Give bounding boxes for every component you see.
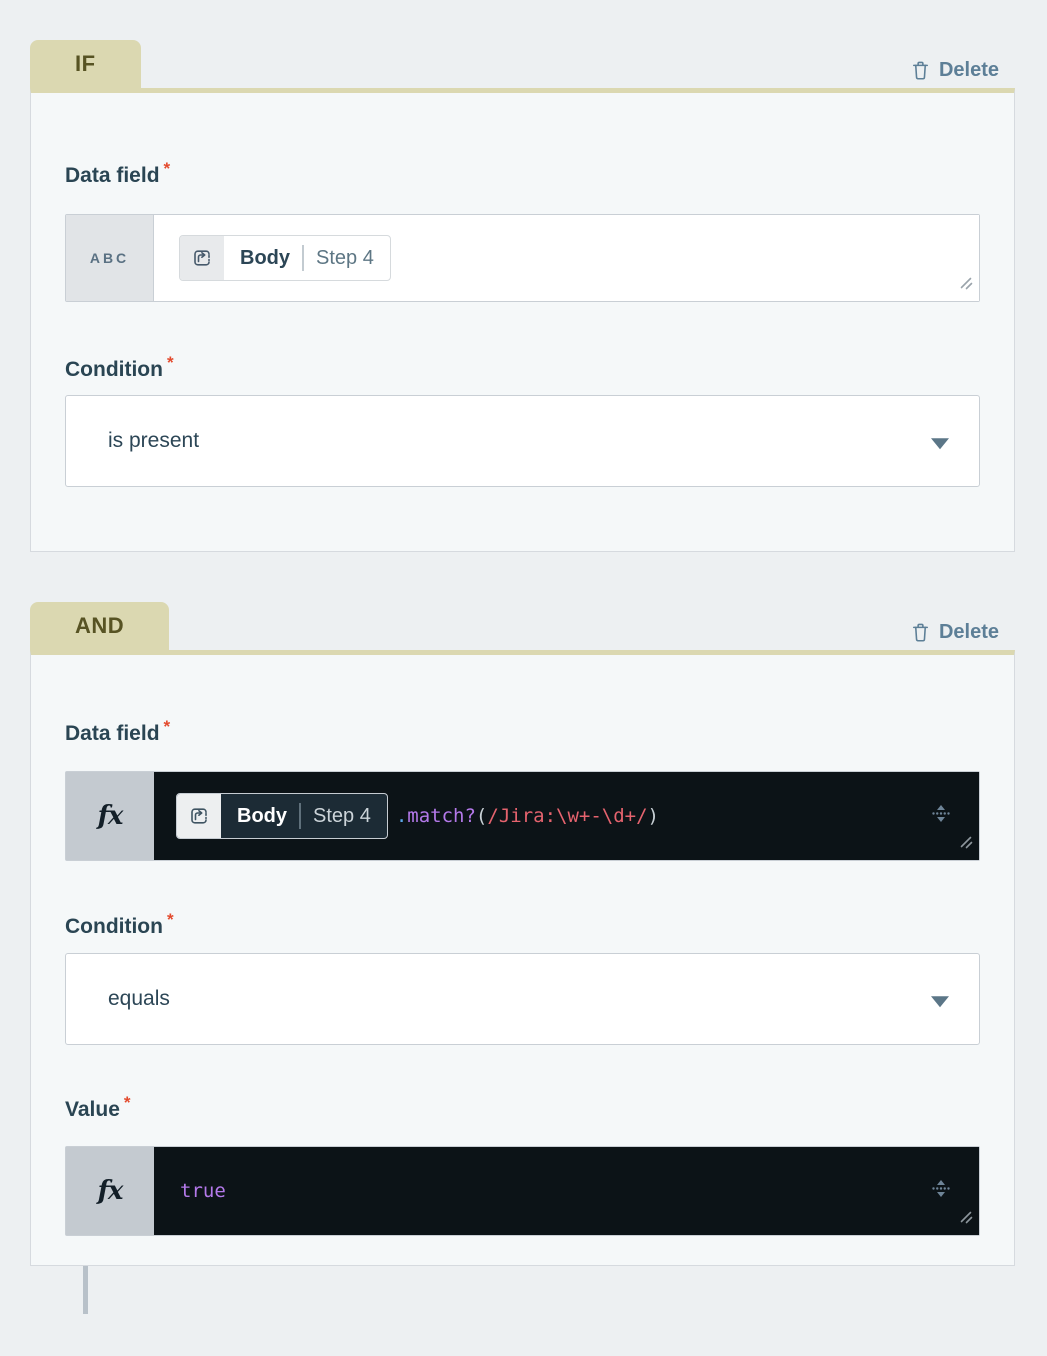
formula-code: true xyxy=(180,1180,226,1202)
data-field-label-text: Data field xyxy=(65,164,160,187)
data-field-input-body[interactable]: Body Step 4 xyxy=(154,215,979,301)
fx-glyph: fx xyxy=(98,801,123,831)
condition-select-value: is present xyxy=(108,429,199,453)
chip-divider xyxy=(299,803,301,829)
code-token: /Jira:\w+-\d+/ xyxy=(487,805,647,827)
if-block-header: IF Delete xyxy=(30,40,1015,88)
data-reference-chip[interactable]: Body Step 4 xyxy=(179,235,391,281)
value-label-text: Value xyxy=(65,1098,120,1121)
formula-editor[interactable]: Body Step 4 .match?(/Jira:\w+-\d+/) xyxy=(154,772,979,860)
resize-handle-icon[interactable] xyxy=(958,834,974,855)
data-field-label: Data field* xyxy=(65,155,980,190)
chip-property-name: Body xyxy=(237,805,287,828)
delete-and-button[interactable]: Delete xyxy=(911,621,999,644)
formula-data-field-input[interactable]: fx Body Step 4 xyxy=(65,771,980,861)
required-asterisk: * xyxy=(164,159,171,178)
condition-block-if: IF Delete Data field* ABC xyxy=(30,40,1015,552)
required-asterisk: * xyxy=(164,717,171,736)
formula-value-input[interactable]: fx true xyxy=(65,1146,980,1236)
condition-select[interactable]: equals xyxy=(65,953,980,1045)
code-token: match? xyxy=(407,805,476,827)
stepper-icon[interactable] xyxy=(929,1177,953,1206)
value-label: Value* xyxy=(65,1089,980,1124)
tab-if-label: IF xyxy=(75,51,96,77)
if-panel: Data field* ABC Body xyxy=(30,88,1015,552)
delete-label: Delete xyxy=(939,59,999,82)
chip-divider xyxy=(302,245,304,271)
resize-handle-icon[interactable] xyxy=(958,1209,974,1230)
trash-icon xyxy=(911,622,930,643)
text-mode-badge-label: ABC xyxy=(90,250,129,266)
code-token: . xyxy=(396,805,407,827)
condition-block-and: AND Delete Data field* fx xyxy=(30,602,1015,1266)
and-block-header: AND Delete xyxy=(30,602,1015,650)
resize-handle-icon[interactable] xyxy=(958,275,974,296)
formula-mode-badge[interactable]: fx xyxy=(66,772,154,860)
chevron-down-icon xyxy=(931,438,949,449)
required-asterisk: * xyxy=(167,353,174,372)
data-reference-chip[interactable]: Body Step 4 xyxy=(176,793,388,839)
condition-select[interactable]: is present xyxy=(65,395,980,487)
code-token: ) xyxy=(648,805,659,827)
condition-label: Condition* xyxy=(65,349,980,384)
formula-code: .match?(/Jira:\w+-\d+/) xyxy=(396,805,659,827)
jump-to-step-icon xyxy=(177,794,221,838)
tab-and: AND xyxy=(30,602,169,650)
formula-mode-badge[interactable]: fx xyxy=(66,1147,154,1235)
chip-step-name: Step 4 xyxy=(313,805,371,828)
trash-icon xyxy=(911,60,930,81)
fx-glyph: fx xyxy=(98,1176,123,1206)
data-field-input[interactable]: ABC Body Step 4 xyxy=(65,214,980,302)
required-asterisk: * xyxy=(167,910,174,929)
code-token: ( xyxy=(476,805,487,827)
formula-editor[interactable]: true xyxy=(154,1147,979,1235)
chip-property-name: Body xyxy=(240,247,290,270)
data-field-label: Data field* xyxy=(65,713,980,748)
delete-if-button[interactable]: Delete xyxy=(911,59,999,82)
and-panel: Data field* fx Body xyxy=(30,650,1015,1266)
condition-label-text: Condition xyxy=(65,915,163,938)
tab-and-label: AND xyxy=(75,613,124,639)
text-mode-badge[interactable]: ABC xyxy=(66,215,154,301)
delete-label: Delete xyxy=(939,621,999,644)
condition-select-value: equals xyxy=(108,987,170,1011)
chevron-down-icon xyxy=(931,996,949,1007)
chip-step-name: Step 4 xyxy=(316,247,374,270)
condition-label: Condition* xyxy=(65,906,980,941)
stepper-icon[interactable] xyxy=(929,802,953,831)
jump-to-step-icon xyxy=(180,236,224,280)
data-field-label-text: Data field xyxy=(65,722,160,745)
condition-label-text: Condition xyxy=(65,358,163,381)
required-asterisk: * xyxy=(124,1093,131,1112)
tab-if: IF xyxy=(30,40,141,88)
connector-line xyxy=(83,1266,88,1314)
code-token: true xyxy=(180,1180,226,1202)
